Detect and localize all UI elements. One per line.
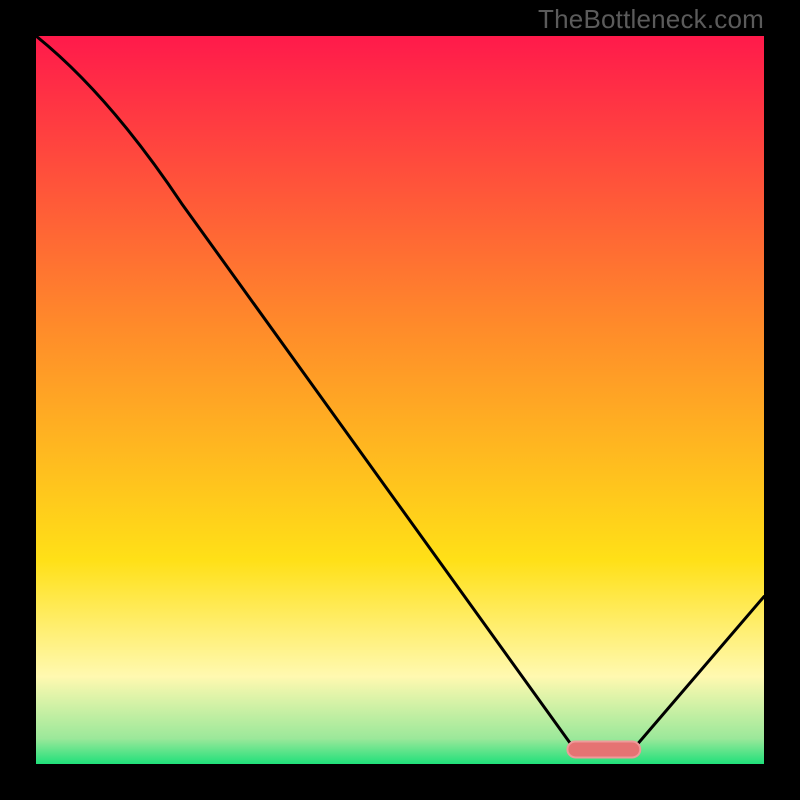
x-axis-band [0,764,800,800]
bottleneck-curve [36,36,764,749]
plot-area [36,36,764,764]
y-axis-band [0,0,36,800]
figure-container: TheBottleneck.com [0,0,800,800]
watermark-text: TheBottleneck.com [538,4,764,35]
curve-overlay [36,36,764,764]
optimal-range-marker [567,741,640,757]
